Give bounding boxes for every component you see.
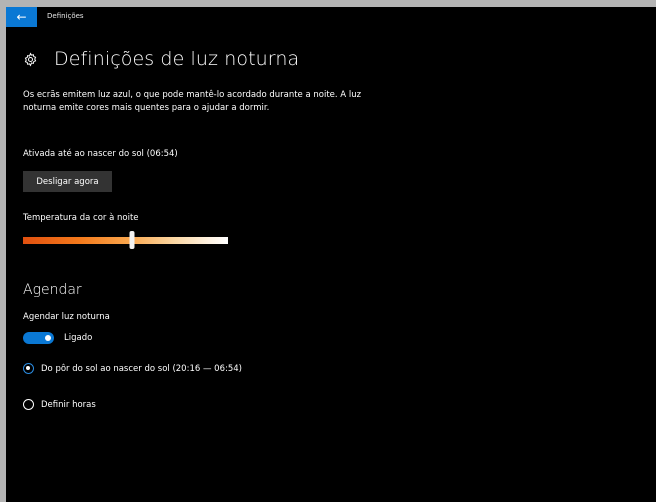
slider-thumb[interactable] [129,231,135,249]
description-text: Os ecrãs emitem luz azul, o que pode man… [23,90,362,113]
color-temperature-slider[interactable] [23,231,228,249]
color-temperature-label: Temperatura da cor à noite [23,213,139,223]
back-button[interactable]: ← [6,7,37,27]
radio-sunset-to-sunrise[interactable]: Do pôr do sol ao nascer do sol (20:16 — … [23,363,242,374]
schedule-section-title: Agendar [23,282,82,298]
page-title: Definições de luz noturna [54,48,300,70]
status-text: Ativada até ao nascer do sol (06:54) [23,149,178,159]
radio-label: Definir horas [41,399,96,410]
arrow-left-icon: ← [16,10,27,24]
radio-button[interactable] [23,399,34,410]
slider-track[interactable] [23,237,228,244]
title-bar: ← Definições [6,7,656,27]
toggle-knob [45,335,51,341]
page-header: Definições de luz noturna [23,45,299,73]
toggle-state-label: Ligado [64,333,93,343]
gear-icon [24,51,37,67]
radio-label: Do pôr do sol ao nascer do sol (20:16 — … [41,363,242,374]
radio-set-hours[interactable]: Definir horas [23,399,96,410]
window-title: Definições [47,12,84,20]
radio-button-selected[interactable] [23,363,34,374]
settings-window: ← Definições Definições de luz noturna O… [6,7,656,502]
schedule-toggle[interactable] [23,332,54,344]
schedule-toggle-row: Ligado [23,332,92,344]
schedule-night-light-label: Agendar luz noturna [23,312,110,322]
turn-off-now-button[interactable]: Desligar agora [23,171,112,192]
